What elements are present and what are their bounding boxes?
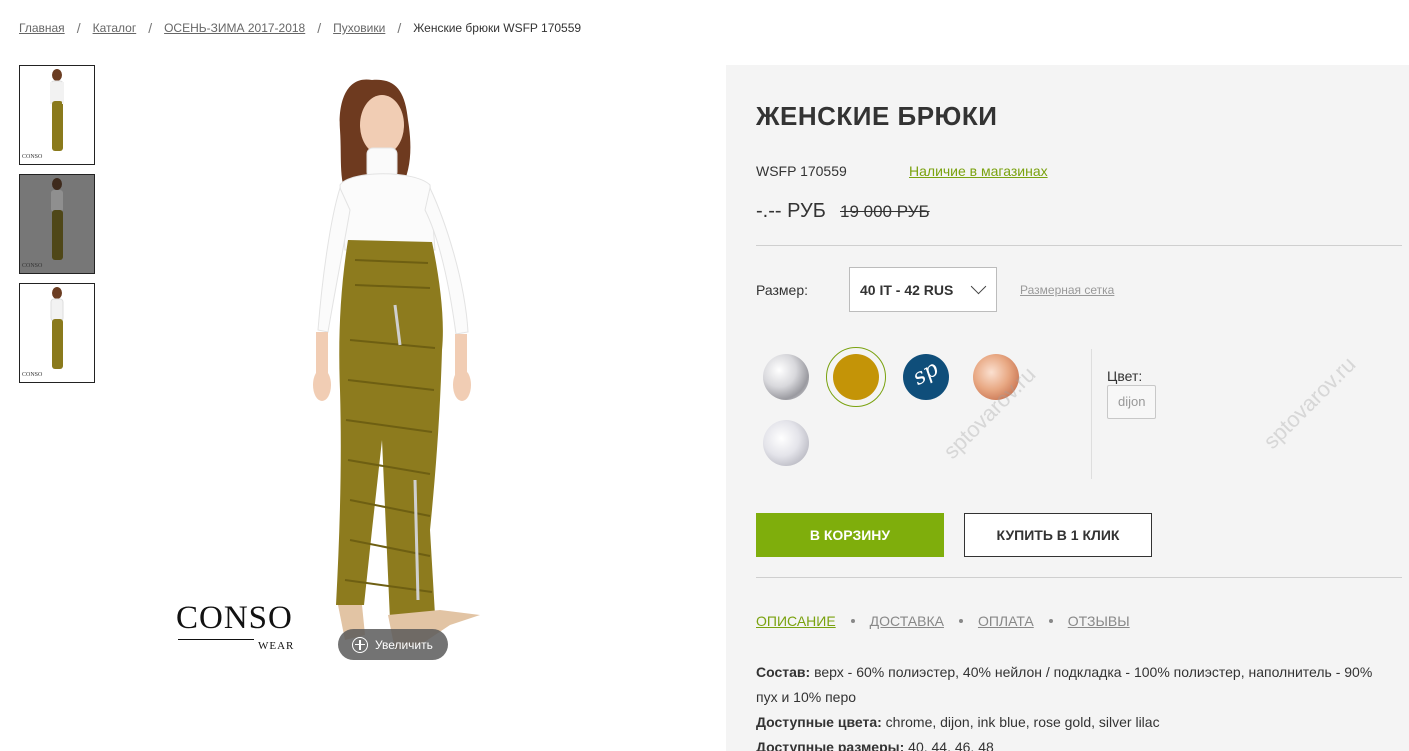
composition-label: Состав: bbox=[756, 664, 811, 680]
brand-logo-underline bbox=[178, 639, 254, 640]
color-swatch-chrome[interactable] bbox=[763, 354, 809, 400]
main-product-image[interactable] bbox=[150, 60, 670, 680]
size-select[interactable]: 40 IT - 42 RUS bbox=[849, 267, 997, 312]
product-sku: WSFP 170559 bbox=[756, 163, 847, 179]
size-chart-link[interactable]: Размерная сетка bbox=[1020, 283, 1114, 297]
tab-separator bbox=[1048, 619, 1053, 623]
color-swatch-rose-gold[interactable] bbox=[973, 354, 1019, 400]
tab-payment[interactable]: ОПЛАТА bbox=[978, 613, 1034, 629]
breadcrumb-separator: / bbox=[76, 20, 81, 36]
breadcrumb-home[interactable]: Главная bbox=[19, 21, 65, 35]
breadcrumb-separator: / bbox=[148, 20, 153, 36]
model-thumbnail-image bbox=[50, 287, 64, 369]
brand-logo-thumbnail: CONSO bbox=[22, 372, 43, 378]
product-tabs: ОПИСАНИЕ ДОСТАВКА ОПЛАТА ОТЗЫВЫ bbox=[756, 613, 1130, 629]
tab-separator bbox=[850, 619, 855, 623]
brand-logo-subtext: WEAR bbox=[258, 640, 295, 652]
brand-logo-text: CONSO bbox=[176, 600, 293, 636]
breadcrumb: Главная / Каталог / ОСЕНЬ-ЗИМА 2017-2018… bbox=[19, 20, 581, 36]
add-to-cart-button[interactable]: В КОРЗИНУ bbox=[756, 513, 944, 557]
tab-delivery[interactable]: ДОСТАВКА bbox=[870, 613, 944, 629]
thumbnail-back[interactable]: CONSO bbox=[19, 283, 95, 383]
brand-logo: CONSO WEAR bbox=[176, 598, 306, 658]
breadcrumb-category[interactable]: Пуховики bbox=[333, 21, 385, 35]
color-swatch-dijon[interactable] bbox=[826, 347, 886, 407]
composition-value: верх - 60% полиэстер, 40% нейлон / подкл… bbox=[756, 664, 1373, 705]
size-select-value: 40 IT - 42 RUS bbox=[860, 282, 954, 298]
breadcrumb-separator: / bbox=[317, 20, 322, 36]
product-description: Состав: верх - 60% полиэстер, 40% нейлон… bbox=[756, 660, 1396, 751]
tab-description[interactable]: ОПИСАНИЕ bbox=[756, 613, 836, 629]
buy-one-click-button[interactable]: КУПИТЬ В 1 КЛИК bbox=[964, 513, 1152, 557]
size-label: Размер: bbox=[756, 282, 809, 298]
product-price: -.-- РУБ bbox=[756, 200, 826, 222]
thumbnail-front-alt[interactable]: CONSO bbox=[19, 174, 95, 274]
zoom-button-label: Увеличить bbox=[375, 637, 433, 652]
store-availability-link[interactable]: Наличие в магазинах bbox=[909, 163, 1048, 179]
product-info-panel: ЖЕНСКИЕ БРЮКИ WSFP 170559 Наличие в мага… bbox=[726, 65, 1409, 751]
plus-circle-icon bbox=[352, 636, 368, 653]
breadcrumb-catalog[interactable]: Каталог bbox=[93, 21, 137, 35]
breadcrumb-season[interactable]: ОСЕНЬ-ЗИМА 2017-2018 bbox=[164, 21, 305, 35]
available-colors-row: Доступные цвета: chrome, dijon, ink blue… bbox=[756, 710, 1396, 735]
color-swatch-silver-lilac[interactable] bbox=[763, 420, 809, 466]
tab-reviews[interactable]: ОТЗЫВЫ bbox=[1068, 613, 1130, 629]
breadcrumb-separator: / bbox=[397, 20, 402, 36]
watermark-logo-icon: sp bbox=[908, 356, 943, 391]
vertical-divider bbox=[1091, 349, 1092, 479]
tab-separator bbox=[958, 619, 963, 623]
product-title: ЖЕНСКИЕ БРЮКИ bbox=[756, 101, 998, 131]
selected-color-value: dijon bbox=[1107, 385, 1157, 419]
product-old-price: 19 000 РУБ bbox=[840, 202, 930, 221]
available-sizes-label: Доступные размеры: bbox=[756, 739, 905, 751]
available-sizes-value: 40, 44, 46, 48 bbox=[908, 739, 994, 751]
available-sizes-row: Доступные размеры: 40, 44, 46, 48 bbox=[756, 735, 1396, 751]
model-image bbox=[313, 79, 480, 650]
color-label: Цвет: bbox=[1107, 368, 1143, 384]
thumbnail-front[interactable]: CONSO bbox=[19, 65, 95, 165]
composition-row: Состав: верх - 60% полиэстер, 40% нейлон… bbox=[756, 660, 1396, 710]
available-colors-value: chrome, dijon, ink blue, rose gold, silv… bbox=[885, 714, 1160, 730]
chevron-down-icon bbox=[970, 278, 987, 295]
brand-logo-thumbnail: CONSO bbox=[22, 154, 43, 160]
divider bbox=[756, 245, 1402, 246]
divider bbox=[756, 577, 1402, 578]
model-thumbnail-image bbox=[50, 69, 64, 151]
thumbnail-list: CONSO CONSO CONSO bbox=[19, 65, 95, 392]
available-colors-label: Доступные цвета: bbox=[756, 714, 882, 730]
zoom-button[interactable]: Увеличить bbox=[338, 629, 448, 660]
breadcrumb-current: Женские брюки WSFP 170559 bbox=[413, 21, 582, 35]
model-thumbnail-image bbox=[51, 178, 63, 260]
brand-logo-thumbnail: CONSO bbox=[22, 263, 43, 269]
color-swatch-ink-blue[interactable]: sp bbox=[903, 354, 949, 400]
